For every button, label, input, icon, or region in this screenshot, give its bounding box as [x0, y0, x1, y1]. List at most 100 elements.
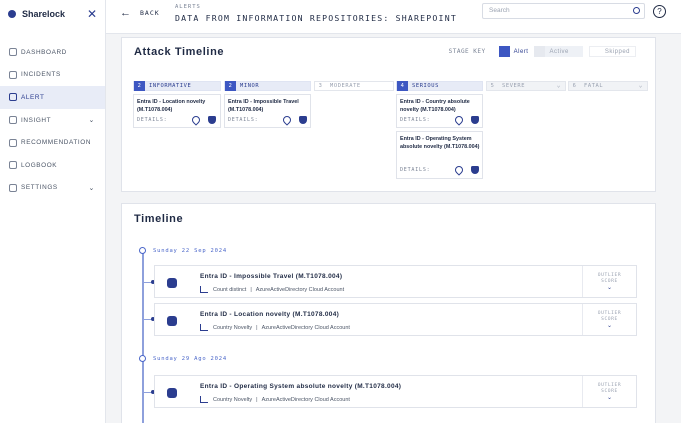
event-title: Entra ID - Operating System absolute nov… — [200, 383, 402, 390]
back-button[interactable]: ← BACK — [120, 7, 160, 19]
sidebar-item-label: INSIGHT — [21, 116, 52, 124]
shield-icon[interactable] — [208, 116, 216, 124]
sidebar-item-insight[interactable]: INSIGHT ⌄ — [0, 109, 105, 132]
alert-swatch — [498, 46, 510, 57]
chart-icon — [200, 286, 208, 293]
arrow-left-icon: ← — [120, 7, 132, 19]
outlier-label-2: SCORE — [601, 278, 618, 284]
event-metric: Country Novelty — [213, 324, 253, 331]
stage-fatal[interactable]: 6 FATAL ⌄ — [568, 81, 648, 91]
outlier-score[interactable]: OUTLIER SCORE ⌄ — [582, 376, 636, 407]
outlier-label-1: OUTLIER — [597, 383, 622, 388]
alert-icon — [9, 93, 17, 102]
outlier-label-1: OUTLIER — [597, 273, 622, 278]
alert-name: Entra ID - Impossible Travel (M.T1078.00… — [228, 99, 299, 113]
sidebar-item-logbook[interactable]: LOGBOOK — [0, 154, 105, 177]
stage-label: MODERATE — [330, 83, 361, 89]
insight-icon — [9, 116, 17, 125]
timeline-event[interactable]: Entra ID - Impossible Travel (M.T1078.00… — [154, 265, 637, 298]
alert-card[interactable]: Entra ID - Operating System absolute nov… — [396, 131, 483, 179]
header: ← BACK ALERTS DATA FROM INFORMATION REPO… — [106, 0, 681, 34]
chevron-down-icon[interactable]: ⌄ — [557, 82, 561, 89]
close-sidebar-icon[interactable]: ✕ — [87, 7, 97, 21]
shield-icon[interactable] — [299, 116, 307, 124]
stage-label: SEVERE — [502, 83, 526, 89]
location-icon[interactable] — [453, 164, 465, 176]
location-icon[interactable] — [190, 114, 202, 126]
chevron-down-icon[interactable]: ⌄ — [583, 394, 636, 401]
stage-label: INFORMATIVE — [149, 83, 192, 89]
sidebar-item-label: INCIDENTS — [21, 71, 61, 79]
timeline-event[interactable]: Entra ID - Location novelty (M.T1078.004… — [154, 303, 637, 336]
outlier-label: OUTLIER SCORE — [583, 383, 636, 394]
incidents-icon — [9, 70, 17, 79]
outlier-label: OUTLIER SCORE — [583, 311, 636, 322]
logbook-icon — [9, 161, 17, 170]
event-metric: Country Novelty — [213, 396, 253, 403]
details-label: DETAILS: — [400, 167, 431, 173]
sidebar-item-label: DASHBOARD — [21, 48, 67, 56]
stage-minor: 2 MINOR — [224, 81, 311, 91]
chevron-down-icon[interactable]: ⌄ — [89, 184, 95, 192]
stage-key-label: STAGE KEY — [448, 48, 486, 55]
location-icon[interactable] — [281, 114, 293, 126]
sidebar-item-label: ALERT — [21, 93, 45, 101]
alert-card[interactable]: Entra ID - Impossible Travel (M.T1078.00… — [224, 94, 311, 128]
outlier-score[interactable]: OUTLIER SCORE ⌄ — [582, 266, 636, 297]
timeline-event[interactable]: Entra ID - Operating System absolute nov… — [154, 375, 637, 408]
shield-icon — [167, 316, 177, 326]
shield-icon[interactable] — [471, 166, 479, 174]
event-title: Entra ID - Location novelty (M.T1078.004… — [200, 311, 340, 318]
page-title: DATA FROM INFORMATION REPOSITORIES: SHAR… — [175, 13, 457, 23]
breadcrumb[interactable]: ALERTS — [175, 4, 201, 10]
outlier-label: OUTLIER SCORE — [583, 273, 636, 284]
search-icon[interactable] — [633, 7, 640, 14]
chevron-down-icon[interactable]: ⌄ — [89, 116, 95, 124]
brand: Sharelock ✕ — [0, 0, 105, 28]
stage-key-skipped: Skipped — [588, 46, 636, 57]
stage-key-alert: Alert — [498, 46, 529, 57]
search-input[interactable]: Search — [482, 3, 645, 19]
sidebar-item-alert[interactable]: ALERT — [0, 86, 105, 109]
alert-name: Entra ID - Operating System absolute nov… — [400, 136, 480, 150]
sidebar: Sharelock ✕ DASHBOARD INCIDENTS ALERT IN… — [0, 0, 106, 423]
event-subtitle: Country Novelty | AzureActiveDirectory C… — [200, 396, 350, 403]
skipped-swatch — [590, 46, 601, 57]
sidebar-menu: DASHBOARD INCIDENTS ALERT INSIGHT ⌄ RECO… — [0, 41, 105, 199]
sidebar-item-settings[interactable]: SETTINGS ⌄ — [0, 177, 105, 200]
sidebar-item-label: RECOMMENDATION — [21, 139, 92, 147]
shield-icon — [167, 278, 177, 288]
stage-key-alert-label: Alert — [513, 48, 529, 55]
help-button[interactable]: ? — [653, 5, 666, 18]
shield-icon[interactable] — [471, 116, 479, 124]
separator: | — [250, 286, 252, 293]
outlier-score[interactable]: OUTLIER SCORE ⌄ — [582, 304, 636, 335]
alert-card[interactable]: Entra ID - Country absolute novelty (M.T… — [396, 94, 483, 128]
stage-number: 6 — [572, 83, 577, 89]
stage-key: STAGE KEY Alert Active Skipped — [449, 46, 636, 57]
chevron-down-icon[interactable]: ⌄ — [583, 284, 636, 291]
details-label: DETAILS: — [228, 117, 259, 123]
chevron-down-icon[interactable]: ⌄ — [639, 82, 643, 89]
chevron-down-icon[interactable]: ⌄ — [583, 322, 636, 329]
alert-card[interactable]: Entra ID - Location novelty (M.T1078.004… — [133, 94, 221, 128]
sidebar-item-dashboard[interactable]: DASHBOARD — [0, 41, 105, 64]
stage-number: 2 — [134, 81, 145, 91]
app-name: Sharelock — [22, 9, 66, 19]
back-label: BACK — [140, 9, 160, 17]
stage-severe[interactable]: 5 SEVERE ⌄ — [486, 81, 566, 91]
separator: | — [256, 396, 258, 403]
stage-moderate: 3 MODERATE — [314, 81, 394, 91]
stage-label: SERIOUS — [412, 83, 439, 89]
sidebar-item-incidents[interactable]: INCIDENTS — [0, 64, 105, 87]
sidebar-item-recommendation[interactable]: RECOMMENDATION — [0, 131, 105, 154]
outlier-label-1: OUTLIER — [597, 311, 622, 316]
sidebar-item-label: SETTINGS — [21, 184, 58, 192]
location-icon[interactable] — [453, 114, 465, 126]
stage-number: 3 — [318, 83, 323, 89]
separator: | — [256, 324, 258, 331]
event-source: AzureActiveDirectory Cloud Account — [261, 396, 350, 403]
details-label: DETAILS: — [137, 117, 168, 123]
stage-label: FATAL — [584, 83, 604, 89]
stage-informative: 2 INFORMATIVE — [133, 81, 221, 91]
